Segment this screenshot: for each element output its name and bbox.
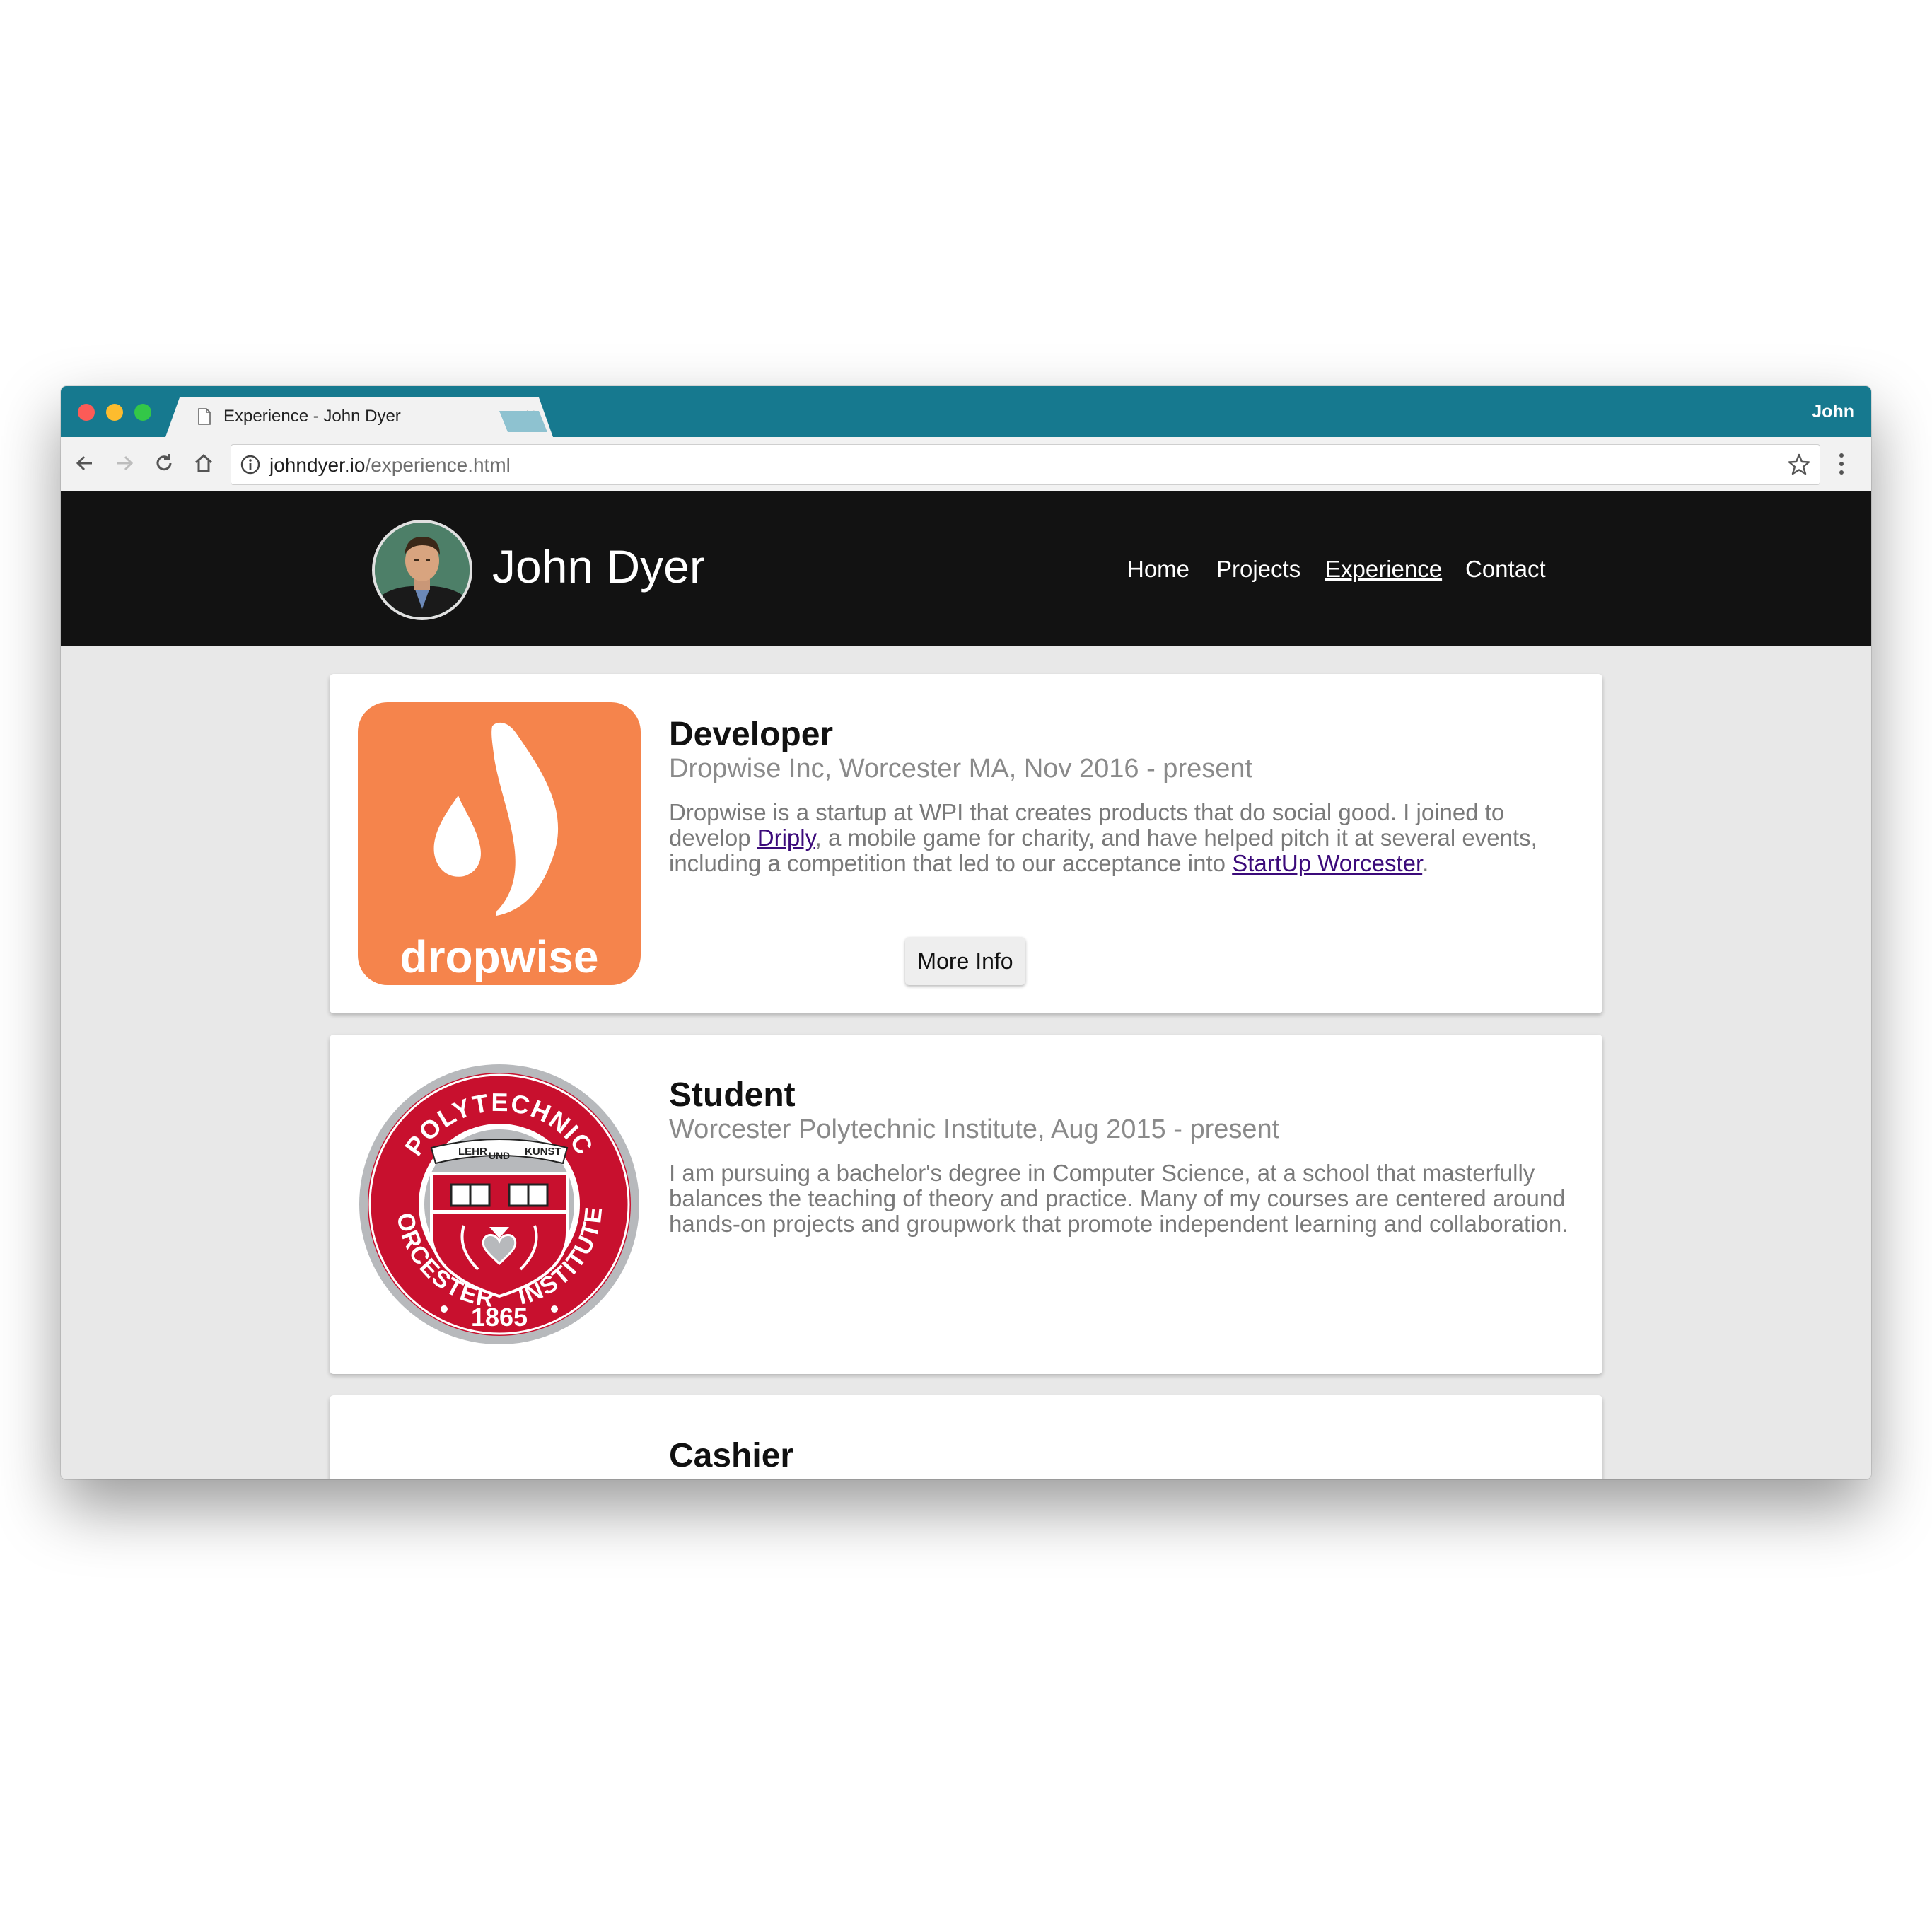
window-minimize-button[interactable] [106, 404, 123, 421]
window-maximize-button[interactable] [134, 404, 151, 421]
card-title: Student [669, 1076, 796, 1114]
experience-card-developer: dropwise Developer Dropwise Inc, Worcest… [330, 674, 1602, 1013]
card-description: I am pursuing a bachelor's degree in Com… [669, 1160, 1569, 1237]
card-description: Dropwise is a startup at WPI that create… [669, 800, 1588, 876]
browser-tab-active[interactable]: Experience - John Dyer × [165, 397, 553, 437]
new-tab-button[interactable] [499, 411, 547, 432]
window-close-button[interactable] [78, 404, 95, 421]
url-host: johndyer.io [269, 454, 366, 476]
forward-arrow-icon[interactable] [112, 450, 137, 476]
page-icon [198, 408, 211, 425]
dropwise-logo: dropwise [358, 702, 641, 985]
avatar-portrait [375, 523, 470, 617]
startup-worcester-link[interactable]: StartUp Worcester [1232, 850, 1422, 876]
seal-year: 1865 [471, 1303, 528, 1332]
driply-link[interactable]: Driply [757, 825, 815, 851]
profile-name[interactable]: John [1812, 402, 1854, 422]
browser-title-bar: Experience - John Dyer × John [61, 386, 1871, 437]
nav-contact[interactable]: Contact [1465, 556, 1546, 583]
home-icon[interactable] [191, 450, 216, 476]
more-info-button[interactable]: More Info [905, 937, 1025, 985]
nav-experience[interactable]: Experience [1325, 556, 1442, 583]
browser-window: Experience - John Dyer × John johndyer.i… [61, 386, 1871, 1479]
nav-projects[interactable]: Projects [1216, 556, 1300, 583]
experience-card-cashier: Cashier [330, 1395, 1602, 1479]
address-bar[interactable]: johndyer.io/experience.html [231, 444, 1820, 485]
card-subtitle: Worcester Polytechnic Institute, Aug 201… [669, 1115, 1280, 1144]
card-subtitle: Dropwise Inc, Worcester MA, Nov 2016 - p… [669, 754, 1253, 784]
tab-title: Experience - John Dyer [223, 407, 401, 426]
avatar[interactable] [372, 520, 472, 620]
seal-motto-2: UND [489, 1150, 510, 1161]
dropwise-logo-text: dropwise [400, 931, 599, 982]
site-title[interactable]: John Dyer [492, 540, 705, 593]
url-path: /experience.html [365, 454, 511, 476]
info-icon[interactable] [240, 454, 261, 475]
bookmark-star-icon[interactable] [1787, 453, 1811, 477]
card-title: Cashier [669, 1437, 794, 1474]
seal-motto-3: KUNST [525, 1146, 561, 1158]
card-description-text: . [1422, 850, 1429, 876]
back-arrow-icon[interactable] [72, 450, 98, 476]
nav-home[interactable]: Home [1127, 556, 1189, 583]
site-header: John Dyer Home Projects Experience Conta… [61, 491, 1871, 646]
wpi-seal-logo: POLYTECHNIC WORCESTER INSTITUTE 1865 LEH… [358, 1063, 639, 1344]
kebab-menu-icon[interactable] [1837, 450, 1846, 478]
card-title: Developer [669, 716, 834, 753]
reload-icon[interactable] [151, 450, 177, 476]
url-text: johndyer.io/experience.html [269, 454, 511, 477]
browser-toolbar: johndyer.io/experience.html [61, 437, 1871, 491]
experience-list: dropwise Developer Dropwise Inc, Worcest… [61, 646, 1871, 1479]
seal-motto-1: LEHR [458, 1146, 487, 1158]
experience-card-student: POLYTECHNIC WORCESTER INSTITUTE 1865 LEH… [330, 1035, 1602, 1374]
